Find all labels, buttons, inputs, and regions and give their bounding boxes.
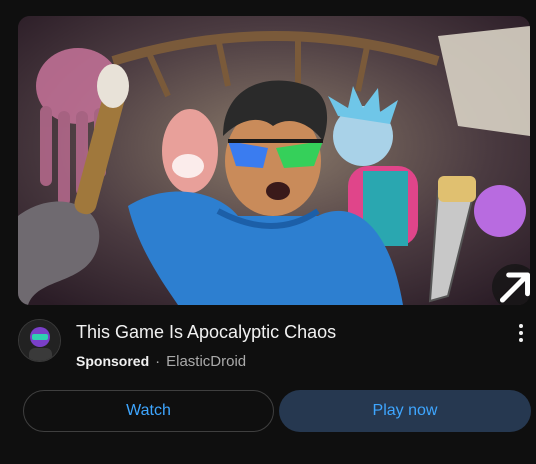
more-options-button[interactable] — [508, 320, 534, 346]
play-now-button[interactable]: Play now — [279, 390, 531, 432]
arrow-up-right-icon — [499, 271, 530, 303]
ad-title[interactable]: This Game Is Apocalyptic Chaos — [76, 320, 496, 344]
advertiser-logo — [19, 320, 60, 361]
sponsored-label: Sponsored — [76, 353, 150, 369]
watch-button[interactable]: Watch — [23, 390, 274, 432]
advertiser-avatar[interactable] — [18, 319, 61, 362]
ad-thumbnail[interactable] — [18, 16, 530, 305]
meta-separator: · — [155, 353, 161, 370]
ad-meta: Sponsored · ElasticDroid — [76, 351, 246, 372]
more-vert-icon — [519, 324, 523, 328]
thumbnail-illustration — [18, 16, 530, 305]
advertiser-name[interactable]: ElasticDroid — [166, 353, 246, 370]
open-link-button[interactable] — [492, 264, 530, 305]
